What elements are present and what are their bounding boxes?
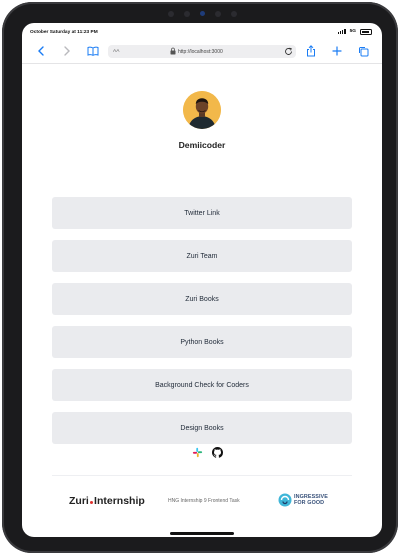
url-text: http://localhost:3000 <box>178 49 223 55</box>
footer-note: HNG Internship 9 Frontend Task <box>168 498 240 504</box>
footer-divider <box>52 475 352 476</box>
camera-array <box>2 10 398 18</box>
avatar <box>183 91 221 129</box>
share-icon[interactable] <box>304 44 318 58</box>
tabs-overview-icon[interactable] <box>356 44 370 58</box>
bookmarks-icon[interactable] <box>86 44 100 58</box>
screen: October Saturday at 11:23 PM 5G AA http:… <box>22 23 382 537</box>
profile-name: Demiicoder <box>178 140 226 150</box>
sensor-dot <box>168 11 174 17</box>
footer: Zuri Internship HNG Internship 9 Frontend… <box>22 489 382 509</box>
slack-icon[interactable] <box>192 445 203 463</box>
reload-icon[interactable] <box>284 47 293 58</box>
status-bar: October Saturday at 11:23 PM 5G <box>22 23 382 41</box>
battery-icon <box>360 29 372 35</box>
tablet-frame: October Saturday at 11:23 PM 5G AA http:… <box>2 2 398 553</box>
i4g-line-1: INGRESSIVE <box>294 494 328 500</box>
sensor-dot <box>184 11 190 17</box>
toolbar-divider <box>22 63 382 64</box>
twitter-link-button[interactable]: Twitter Link <box>52 197 352 229</box>
internship-word: Internship <box>94 495 145 507</box>
social-links <box>22 445 382 458</box>
background-check-button[interactable]: Background Check for Coders <box>52 369 352 401</box>
new-tab-icon[interactable] <box>330 44 344 58</box>
i4g-line-2: FOR GOOD <box>294 500 325 507</box>
zuri-internship-logo: Zuri Internship <box>69 495 145 507</box>
lock-icon <box>170 47 176 57</box>
logo-dot <box>89 500 94 504</box>
zuri-word: Zuri <box>69 495 89 507</box>
status-indicators: 5G <box>337 29 372 35</box>
i4g-emblem-icon <box>278 493 292 507</box>
home-indicator[interactable] <box>170 532 234 535</box>
design-books-button[interactable]: Design Books <box>52 412 352 444</box>
python-books-button[interactable]: Python Books <box>52 326 352 358</box>
github-icon[interactable] <box>212 445 223 463</box>
i4g-wordmark: INGRESSIVE FOR GOOD <box>294 494 328 506</box>
signal-icon <box>337 29 346 35</box>
reader-button[interactable]: AA <box>113 49 119 54</box>
zuri-team-button[interactable]: Zuri Team <box>52 240 352 272</box>
camera-icon <box>200 11 205 16</box>
browser-toolbar: AA http://localhost:3000 <box>22 41 382 63</box>
sensor-dot <box>231 11 237 17</box>
status-time: October Saturday at 11:23 PM <box>30 30 98 35</box>
network-label: 5G <box>349 29 356 35</box>
ingressive-for-good-logo: INGRESSIVE FOR GOOD <box>278 493 338 508</box>
back-icon[interactable] <box>34 44 48 58</box>
zuri-books-button[interactable]: Zuri Books <box>52 283 352 315</box>
forward-icon[interactable] <box>60 44 74 58</box>
sensor-dot <box>215 11 221 17</box>
address-bar[interactable]: AA http://localhost:3000 <box>108 45 296 58</box>
